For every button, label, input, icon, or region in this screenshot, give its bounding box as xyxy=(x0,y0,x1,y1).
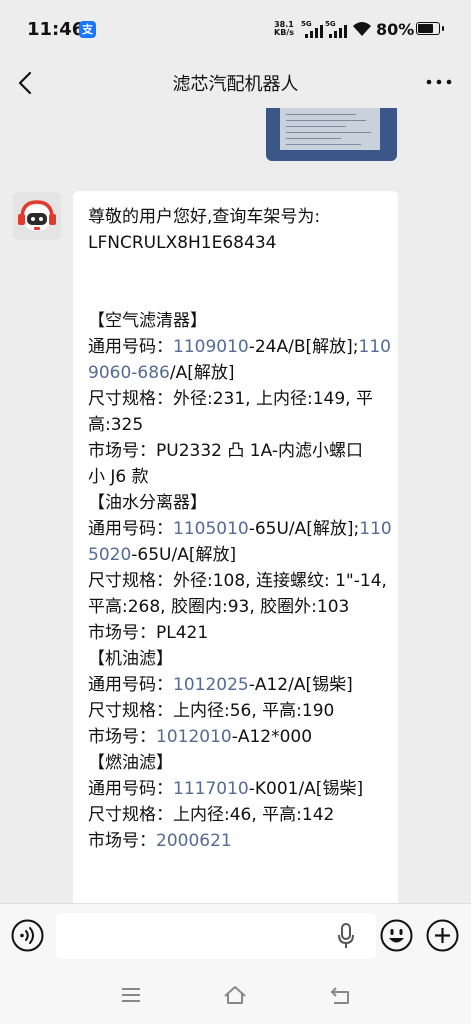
back-nav-icon[interactable] xyxy=(328,983,354,1007)
vin-text: LFNCRULX8H1E68434 xyxy=(88,233,277,253)
market-number-label: 市场号： xyxy=(88,727,156,747)
part-text: -24A/B[解放]; xyxy=(248,337,359,357)
general-number-line: 通用号码：1117010-K001/A[锡柴] xyxy=(88,776,393,802)
part-number-link[interactable]: 1012010 xyxy=(156,727,232,747)
size-spec-line: 尺寸规格：外径:108, 连接螺纹: 1"-14, 平高:268, 胶圈内:93… xyxy=(88,571,387,617)
section-title: 【燃油滤】 xyxy=(88,753,173,773)
status-bar: 11:46 支 38.1 KB/s 5G 5G 80% xyxy=(0,0,471,58)
part-text: -A12/A[锡柴] xyxy=(248,675,353,695)
part-text: /A[解放] xyxy=(169,363,235,383)
chat-title: 滤芯汽配机器人 xyxy=(172,74,299,95)
general-number-label: 通用号码： xyxy=(88,779,173,799)
signal-sim1-icon: 5G xyxy=(301,20,323,38)
battery-icon xyxy=(416,22,444,35)
chat-area[interactable]: 尊敬的用户您好,查询车架号为: LFNCRULX8H1E68434 【空气滤清器… xyxy=(0,108,471,903)
part-text: -65U/A[解放]; xyxy=(248,519,360,539)
menu-icon[interactable] xyxy=(118,983,144,1007)
part-number-link[interactable]: 1109010 xyxy=(173,337,249,357)
market-number-line: 市场号：PL421 xyxy=(88,620,393,646)
system-nav-bar xyxy=(0,965,471,1024)
market-number-line: 市场号：PU2332 凸 1A-内滤小螺口 小 J6 款 xyxy=(88,438,398,490)
previous-image-message[interactable] xyxy=(266,108,397,161)
market-number-label: 市场号： xyxy=(88,831,156,851)
status-time: 11:46 xyxy=(27,19,85,40)
part-text: -A12*000 xyxy=(231,727,313,747)
wifi-icon xyxy=(353,22,371,36)
battery-level-fill xyxy=(418,24,434,33)
plus-icon[interactable] xyxy=(426,919,459,952)
emoji-icon[interactable] xyxy=(380,919,413,952)
general-number-line: 通用号码：1109010-24A/B[解放];1109060-686/A[解放] xyxy=(88,334,393,386)
input-bar xyxy=(0,903,471,966)
section-title: 【空气滤清器】 xyxy=(88,311,207,331)
robot-avatar-icon xyxy=(13,192,61,240)
part-number-link[interactable]: 1105010 xyxy=(173,519,249,539)
part-number-link[interactable]: 1012025 xyxy=(173,675,249,695)
home-icon[interactable] xyxy=(222,983,248,1007)
part-number-link[interactable]: 2000621 xyxy=(156,831,232,851)
general-number-label: 通用号码： xyxy=(88,519,173,539)
general-number-label: 通用号码： xyxy=(88,675,173,695)
bot-message-bubble[interactable]: 尊敬的用户您好,查询车架号为: LFNCRULX8H1E68434 【空气滤清器… xyxy=(73,191,398,903)
size-spec-line: 尺寸规格：外径:231, 上内径:149, 平高:325 xyxy=(88,389,373,435)
voice-input-icon[interactable] xyxy=(11,919,44,952)
microphone-icon[interactable] xyxy=(337,923,355,949)
bot-avatar[interactable] xyxy=(13,192,61,240)
battery-percent: 80% xyxy=(376,20,415,39)
filter-section: 【机油滤】 通用号码：1012025-A12/A[锡柴] 尺寸规格：上内径:56… xyxy=(88,646,393,750)
document-photo xyxy=(280,108,380,150)
network-speed: 38.1 KB/s xyxy=(274,21,294,37)
size-spec-line: 尺寸规格：上内径:46, 平高:142 xyxy=(88,805,335,825)
signal-sim2-icon: 5G xyxy=(325,20,347,38)
filter-section: 【燃油滤】 通用号码：1117010-K001/A[锡柴] 尺寸规格：上内径:4… xyxy=(88,750,393,854)
filter-section: 【油水分离器】 通用号码：1105010-65U/A[解放];1105020-6… xyxy=(88,490,393,646)
general-number-line: 通用号码：1012025-A12/A[锡柴] xyxy=(88,672,393,698)
market-number-line: 市场号：2000621 xyxy=(88,828,393,854)
part-text: -K001/A[锡柴] xyxy=(248,779,364,799)
part-number-link[interactable]: 1117010 xyxy=(173,779,249,799)
filter-section: 【空气滤清器】 通用号码：1109010-24A/B[解放];1109060-6… xyxy=(88,308,398,490)
network-speed-unit: KB/s xyxy=(274,28,294,37)
general-number-line: 通用号码：1105010-65U/A[解放];1105020-65U/A[解放] xyxy=(88,516,393,568)
market-number-line: 市场号：1012010-A12*000 xyxy=(88,724,393,750)
market-number-label: 市场号： xyxy=(88,623,156,643)
chat-header: 滤芯汽配机器人 xyxy=(0,58,471,108)
market-number-label: 市场号： xyxy=(88,441,156,461)
greeting-text: 尊敬的用户您好,查询车架号为: xyxy=(88,207,321,227)
part-text: PL421 xyxy=(156,623,209,643)
part-text: -65U/A[解放] xyxy=(131,545,237,565)
filter-sections: 【空气滤清器】 通用号码：1109010-24A/B[解放];1109060-6… xyxy=(88,308,398,854)
blank-gap xyxy=(88,256,393,308)
general-number-label: 通用号码： xyxy=(88,337,173,357)
message-input[interactable] xyxy=(56,913,376,959)
size-spec-line: 尺寸规格：上内径:56, 平高:190 xyxy=(88,701,335,721)
alipay-notification-icon: 支 xyxy=(79,21,96,38)
message-text: 尊敬的用户您好,查询车架号为: LFNCRULX8H1E68434 【空气滤清器… xyxy=(88,204,398,854)
more-dots-icon[interactable] xyxy=(425,72,453,92)
section-title: 【机油滤】 xyxy=(88,649,173,669)
section-title: 【油水分离器】 xyxy=(88,493,207,513)
